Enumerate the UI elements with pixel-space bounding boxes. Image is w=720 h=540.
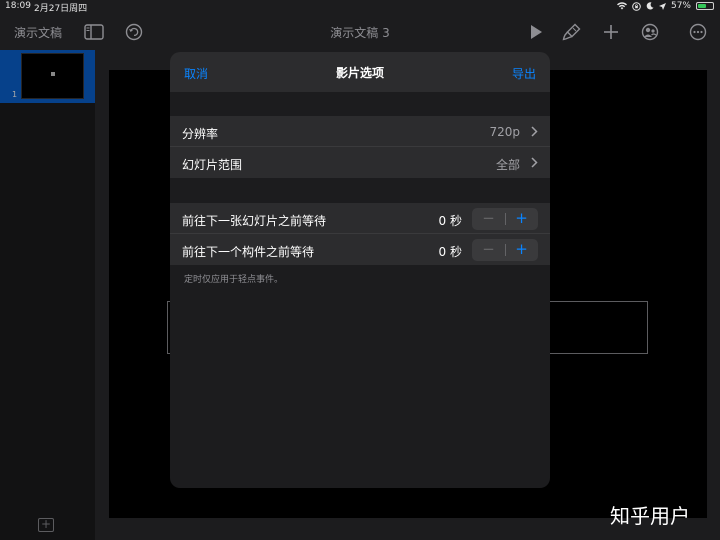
export-button[interactable]: 导出 [512,65,536,82]
status-bar: 18:09 2月27日周四 57% [0,0,720,14]
moon-icon [646,2,654,10]
watermark: 知乎用户 [610,504,690,528]
decrement-button[interactable]: − [472,208,505,230]
decrement-button[interactable]: − [472,239,505,261]
collaborate-icon[interactable] [640,23,660,41]
resolution-value: 720p [489,125,520,139]
status-time: 18:09 [5,1,31,11]
increment-button[interactable]: + [505,208,538,230]
next-build-delay-row: 前往下一个构件之前等待 0 秒 − + [170,234,550,265]
resolution-row[interactable]: 分辨率 720p [170,116,550,147]
status-right: 57% [616,1,714,11]
more-icon[interactable] [688,23,708,41]
battery-fill [698,4,706,8]
resolution-label: 分辨率 [182,127,219,141]
slide-range-row[interactable]: 幻灯片范围 全部 [170,147,550,178]
chevron-right-icon [531,126,538,137]
next-slide-delay-label: 前往下一张幻灯片之前等待 [182,214,327,228]
next-slide-delay-row: 前往下一张幻灯片之前等待 0 秒 − + [170,203,550,234]
chevron-right-icon [531,157,538,168]
wifi-icon [616,2,627,10]
increment-button[interactable]: + [505,239,538,261]
movie-options-dialog: 取消 影片选项 导出 分辨率 720p 幻灯片范围 全部 前往下一张幻灯片之前等… [170,52,550,488]
dialog-title: 影片选项 [335,66,384,80]
next-build-delay-value: 0 秒 [438,245,462,259]
next-slide-delay-value: 0 秒 [438,214,462,228]
battery-percent: 57% [670,1,691,11]
next-slide-delay-stepper: − + [472,208,538,230]
settings-group: 分辨率 720p 幻灯片范围 全部 [170,116,550,178]
timing-group: 前往下一张幻灯片之前等待 0 秒 − + 前往下一个构件之前等待 0 秒 − + [170,203,550,265]
add-icon[interactable] [601,23,621,41]
slide-range-label: 幻灯片范围 [182,158,243,172]
screen-lock-icon [632,1,641,11]
next-build-delay-label: 前往下一个构件之前等待 [182,245,315,259]
status-date: 2月27日周四 [34,4,88,14]
next-build-delay-stepper: − + [472,239,538,261]
location-icon [658,2,666,10]
slide-range-value: 全部 [495,158,520,172]
play-icon[interactable] [526,23,546,41]
dialog-header: 取消 影片选项 导出 [170,52,550,92]
format-brush-icon[interactable] [562,23,582,41]
battery-icon [696,2,714,10]
timing-footnote: 定时仅应用于轻点事件。 [184,275,284,285]
toolbar: 演示文稿 演示文稿 3 [0,14,720,50]
